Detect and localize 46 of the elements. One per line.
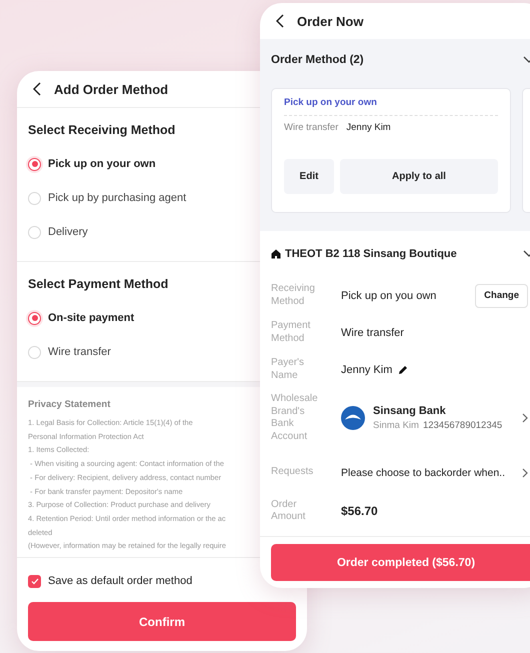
payment-method: Wire transfer [284,122,338,133]
payer-name: Jenny Kim [346,122,391,133]
bank-logo-icon [341,406,365,430]
field-label: Payment Method [271,320,312,345]
bank-name: Sinsang Bank [373,405,447,417]
field-value: Wire transfer [341,326,404,338]
radio-label[interactable]: On-site payment [48,312,134,324]
field-value: Pick up on you own [341,290,436,302]
apply-all-button[interactable]: Apply to all [340,159,498,194]
radio-label[interactable]: Wire transfer [48,346,111,358]
confirm-button[interactable]: Confirm [28,602,296,641]
home-icon [271,249,281,259]
chevron-right-icon[interactable] [522,468,528,478]
screen-title: Order Now [297,14,364,28]
privacy-heading: Privacy Statement [28,399,110,410]
account-number: 123456789012345 [422,420,502,431]
chevron-right-icon[interactable] [522,413,528,423]
order-completed-button[interactable]: Order completed ($56.70) [271,544,530,581]
radio-label[interactable]: Pick up by purchasing agent [48,192,186,204]
checkmark-icon [30,578,38,584]
radio-label[interactable]: Pick up on your own [48,158,156,170]
field-label: Payer's Name [271,357,306,382]
pencil-icon[interactable] [398,364,408,374]
section-heading: Select Payment Method [28,276,168,292]
change-button[interactable]: Change [475,284,528,308]
receiving-method: Pick up on your own [284,97,498,116]
field-label: Requests [271,466,314,479]
radio-button[interactable] [28,158,41,170]
field-label: Wholesale Brand's Bank Account [271,393,319,443]
field-label: Receiving Method [271,283,316,308]
screen-title: Add Order Method [54,82,168,96]
radio-label[interactable]: Delivery [48,226,88,238]
order-amount: $56.70 [341,504,378,518]
edit-button[interactable]: Edit [284,159,334,194]
section-heading: Select Receiving Method [28,122,176,138]
back-icon[interactable] [276,14,285,28]
field-label: Order Amount [271,498,306,524]
field-value[interactable]: Please choose to backorder when.. [341,466,506,478]
section-heading: Order Method (2) [271,54,364,66]
store-name: THEOT B2 118 Sinsang Boutique [285,248,457,260]
checkbox-label[interactable]: Save as default order method [48,575,192,587]
field-value: Jenny Kim [341,364,392,376]
radio-button[interactable] [28,312,41,324]
back-icon[interactable] [33,82,42,96]
checkbox[interactable] [28,574,41,588]
account-holder: Sinma Kim [373,420,419,431]
